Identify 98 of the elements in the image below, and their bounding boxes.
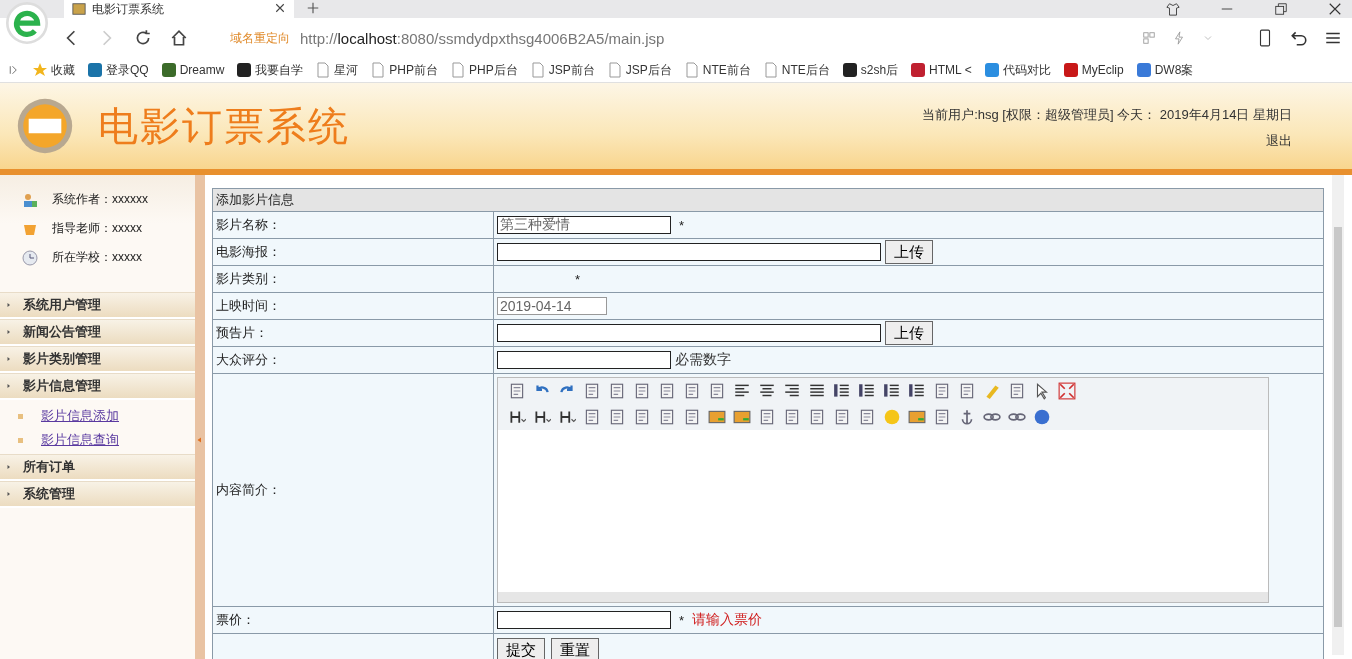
bookmark-link[interactable]: 收藏: [32, 61, 75, 79]
file-path-field[interactable]: [497, 324, 881, 342]
star-icon: [32, 62, 48, 78]
bookmark-link[interactable]: PHP后台: [450, 61, 518, 79]
required-mark: *: [575, 271, 581, 287]
field-hint: 必需数字: [675, 351, 731, 369]
insert-image-icon[interactable]: [708, 408, 726, 426]
text-field[interactable]: [497, 611, 671, 629]
app-icon: [1062, 62, 1079, 78]
logout-link[interactable]: 退出: [1266, 132, 1292, 150]
close-icon: [274, 1, 286, 14]
bookmark-link[interactable]: 登录QQ: [87, 61, 149, 79]
resize-grip[interactable]: [498, 592, 1268, 602]
menu-item[interactable]: 系统管理: [0, 481, 195, 508]
bookmark-link[interactable]: 星河: [315, 61, 359, 79]
address-field[interactable]: http://localhost:8080/ssmdydpxthsg4006B2A5/main.jsp: [300, 29, 665, 47]
bookmark-link[interactable]: HTML <: [910, 62, 972, 78]
file-path-field[interactable]: [497, 243, 881, 261]
bookmark-link[interactable]: DW8案: [1135, 61, 1194, 79]
app-icon: [1135, 62, 1152, 78]
form-button[interactable]: 提交: [497, 638, 545, 659]
text-field[interactable]: [497, 351, 671, 369]
page-icon: [529, 62, 546, 78]
bookmark-link[interactable]: NTE后台: [762, 61, 830, 79]
field-label: 内容简介：: [212, 373, 494, 607]
fullscreen-icon[interactable]: [1058, 382, 1076, 400]
bullet-icon: [18, 437, 23, 443]
field-label: 电影海报：: [212, 238, 494, 266]
bookmark-link[interactable]: JSP后台: [606, 61, 672, 79]
bookmark-link[interactable]: s2sh后: [841, 61, 899, 79]
picture-icon[interactable]: [908, 408, 926, 426]
redirect-label: 域名重定向: [230, 29, 290, 47]
form-title: 添加影片信息: [212, 188, 1324, 212]
logo-icon: [16, 97, 74, 155]
field-hint: 请输入票价: [692, 611, 763, 629]
text-field[interactable]: 第三种爱情: [497, 216, 671, 234]
bookmark-link[interactable]: PHP前台: [370, 61, 439, 79]
clock-icon: [22, 249, 38, 266]
reload-icon: [134, 29, 152, 47]
numbered-list-icon[interactable]: [833, 382, 851, 400]
users-icon: [22, 191, 38, 208]
menu-item[interactable]: 影片信息管理: [0, 373, 195, 400]
info-text: 系统作者：xxxxxx: [52, 191, 148, 208]
page-icon: [370, 62, 387, 78]
bookmark-link[interactable]: Dreamw: [160, 62, 225, 78]
lightning-icon: [1172, 31, 1186, 45]
menu-item[interactable]: 新闻公告管理: [0, 319, 195, 346]
close-icon: [1328, 2, 1342, 16]
site-title: 电影订票系统: [98, 101, 350, 151]
plus-icon: [306, 1, 320, 15]
required-mark: *: [679, 612, 685, 628]
submenu-link[interactable]: 影片信息添加: [41, 407, 119, 425]
shirt-icon: [1166, 2, 1180, 16]
upload-button[interactable]: 上传: [885, 321, 933, 345]
app-icon: [910, 62, 927, 78]
undo-icon: [1290, 29, 1308, 47]
bookmark-link[interactable]: 我要自学: [236, 61, 304, 79]
bookmark-link[interactable]: MyEclip: [1062, 62, 1124, 78]
home-icon: [170, 29, 188, 47]
field-label: 上映时间：: [212, 292, 494, 320]
field-label: 影片名称：: [212, 211, 494, 239]
required-mark: *: [679, 217, 685, 233]
app-icon: [841, 62, 858, 78]
qr-icon: [1142, 31, 1156, 45]
page-icon: [315, 62, 332, 78]
field-label: 预告片：: [212, 319, 494, 347]
page-icon: [450, 62, 467, 78]
submenu-link[interactable]: 影片信息查询: [41, 431, 119, 449]
field-label: 票价：: [212, 606, 494, 634]
app-icon: [236, 62, 253, 78]
page-icon: [762, 62, 779, 78]
bookmark-link[interactable]: JSP前台: [529, 61, 595, 79]
bookmark-link[interactable]: NTE前台: [683, 61, 751, 79]
form-button[interactable]: 重置: [551, 638, 599, 659]
date-field[interactable]: 2019-04-14: [497, 297, 607, 315]
field-label: 影片类别：: [212, 265, 494, 293]
user-info: 当前用户:hsg [权限：超级管理员] 今天： 2019年4月14日 星期日: [922, 106, 1292, 124]
bullet-icon: [18, 413, 23, 419]
heading-icon[interactable]: [508, 408, 526, 426]
sidebar-toggle-icon: [8, 64, 20, 76]
menu-item[interactable]: 所有订单: [0, 454, 195, 481]
bookmark-link[interactable]: 代码对比: [983, 61, 1051, 79]
restore-icon: [1274, 2, 1288, 16]
menu-item[interactable]: 系统用户管理: [0, 292, 195, 319]
app-icon: [983, 62, 1000, 78]
upload-button[interactable]: 上传: [885, 240, 933, 264]
page-icon: [683, 62, 700, 78]
app-icon: [87, 62, 103, 78]
browser-tab[interactable]: 电影订票系统: [64, 0, 294, 18]
info-text: 指导老师：xxxxx: [52, 220, 142, 237]
scrollbar[interactable]: [1332, 175, 1344, 655]
menu-item[interactable]: 影片类别管理: [0, 346, 195, 373]
field-label: 大众评分：: [212, 346, 494, 374]
page-icon: [606, 62, 623, 78]
paste-icon[interactable]: [508, 382, 526, 400]
info-text: 所在学校：xxxxx: [52, 249, 142, 266]
app-icon: [160, 62, 177, 78]
film-icon: [72, 2, 86, 16]
